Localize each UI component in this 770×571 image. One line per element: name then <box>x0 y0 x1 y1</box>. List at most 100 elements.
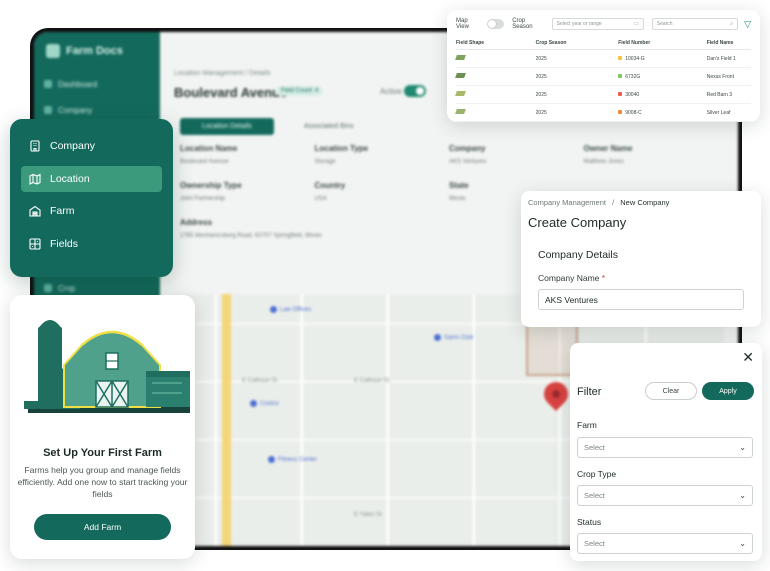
table-row[interactable]: 2025 9008-C Silver Leaf <box>455 103 751 122</box>
logo-mark-icon <box>46 44 60 58</box>
active-toggle[interactable] <box>404 85 426 97</box>
field-label: Company <box>449 144 486 153</box>
sidebar-item-company[interactable]: Company <box>44 102 150 118</box>
clear-button[interactable]: Clear <box>645 382 697 400</box>
tab-associated-bins[interactable]: Associated Bins <box>282 118 376 135</box>
filter-icon[interactable]: ▽ <box>744 19 751 30</box>
table-row[interactable]: 2025 10034-G Dan's Field 1 <box>455 49 751 68</box>
field-value: AKS Ventures <box>449 159 487 165</box>
barn-icon <box>29 205 41 217</box>
field-shape-icon <box>455 109 466 114</box>
empty-state-title: Set Up Your First Farm <box>43 447 162 459</box>
select-placeholder: Select <box>584 539 605 548</box>
field-name-cell: Nexus Front <box>706 67 751 86</box>
crop-season-cell: 2025 <box>535 103 619 122</box>
map-poi: Law Offices <box>270 306 311 313</box>
highway-road <box>222 294 231 546</box>
building-icon <box>29 140 41 152</box>
field-shape-icon <box>455 91 466 96</box>
status-filter-label: Status <box>577 517 602 527</box>
filter-panel: ✕ Filter Clear Apply Farm Select ⌄ Crop … <box>570 343 762 561</box>
tab-bar: Location Details Associated Bins <box>180 118 376 135</box>
farm-onboarding-card: Set Up Your First Farm Farms help you gr… <box>10 295 195 559</box>
column-header[interactable]: Field Shape <box>456 37 536 50</box>
map-view-toggle[interactable] <box>487 19 505 29</box>
nav-item-label: Farm <box>50 205 75 217</box>
breadcrumb: Location Management / Details <box>174 70 271 77</box>
column-header[interactable]: Crop Season <box>535 37 619 50</box>
status-select[interactable]: Select ⌄ <box>577 533 753 554</box>
map-view-label: Map View <box>456 18 469 30</box>
nav-item-location[interactable]: Location <box>21 165 162 192</box>
column-header[interactable]: Field Name <box>706 37 751 50</box>
field-label: Location Type <box>314 144 369 153</box>
brand-name: Farm Docs <box>66 45 123 57</box>
add-farm-button[interactable]: Add Farm <box>34 514 171 540</box>
field-value: Storage <box>314 159 336 165</box>
close-icon[interactable]: ✕ <box>742 349 754 366</box>
field-label: Country <box>314 181 346 190</box>
column-header[interactable]: Field Number <box>618 37 707 50</box>
section-title: Company Details <box>538 249 618 261</box>
nav-item-label: Fields <box>50 237 79 250</box>
barn-illustration-icon <box>24 320 190 413</box>
field-label: Ownership Type <box>180 181 242 190</box>
empty-state-description: Farms help you group and manage fields e… <box>17 465 188 499</box>
map-poi: Sams Club <box>434 334 473 341</box>
chevron-down-icon: ⌄ <box>739 539 746 548</box>
filter-title: Filter <box>577 386 602 398</box>
calendar-icon: ▭ <box>634 21 639 27</box>
field-number-cell: 10034-G <box>625 55 645 62</box>
fields-table: Field Shape Crop Season Field Number Fie… <box>455 37 751 122</box>
create-company-card: Company Management / New Company Create … <box>521 191 761 327</box>
sidebar-item-label: Crop <box>58 283 76 293</box>
field-name-cell: Red Barn 3 <box>706 85 751 104</box>
chevron-down-icon: ⌄ <box>739 443 746 452</box>
status-dot <box>618 92 623 97</box>
breadcrumb-parent[interactable]: Company Management <box>528 198 606 207</box>
crop-season-cell: 2025 <box>535 85 619 104</box>
field-label-text: Company Name <box>538 273 600 283</box>
field-number-cell: 30040 <box>625 91 640 98</box>
crop-type-select[interactable]: Select ⌄ <box>577 485 753 506</box>
navigation-card: Company Location Farm Fields <box>10 119 173 277</box>
page-title: Boulevard Avenue <box>174 85 288 100</box>
search-icon: ⌕ <box>730 21 734 27</box>
crop-season-cell: 2025 <box>535 67 619 86</box>
dashboard-icon <box>44 80 52 88</box>
breadcrumb: Company Management / New Company <box>528 198 754 207</box>
status-dot <box>618 110 623 115</box>
apply-button[interactable]: Apply <box>702 382 754 400</box>
table-row[interactable]: 2025 6732G Nexus Front <box>455 67 751 86</box>
farm-filter-label: Farm <box>577 420 597 430</box>
field-label: Location Name <box>180 144 238 153</box>
sidebar-item-dashboard[interactable]: Dashboard <box>44 76 150 92</box>
map-pin-icon[interactable] <box>539 377 573 411</box>
breadcrumb-current: New Company <box>620 198 670 207</box>
field-number-cell: 6732G <box>625 73 641 80</box>
nav-item-fields[interactable]: Fields <box>21 231 162 257</box>
app-logo: Farm Docs <box>46 44 123 58</box>
fields-icon <box>29 237 41 250</box>
search-input[interactable]: Search ⌕ <box>651 18 739 30</box>
field-shape-icon <box>455 73 466 78</box>
sidebar-item-crop[interactable]: Crop <box>44 280 150 296</box>
field-name-cell: Silver Leaf <box>706 103 751 122</box>
select-placeholder: Select <box>584 491 605 500</box>
field-name-cell: Dan's Field 1 <box>706 49 751 68</box>
fields-table-card: Map View Crop Season Select year or rang… <box>447 10 760 122</box>
field-value: USA <box>314 196 327 202</box>
crop-season-picker[interactable]: Select year or range ▭ <box>551 18 644 30</box>
chevron-down-icon: ⌄ <box>739 491 746 500</box>
crop-season-placeholder: Select year or range <box>556 21 602 27</box>
tab-location-details[interactable]: Location Details <box>180 118 274 135</box>
field-label: State <box>449 181 469 190</box>
farm-select[interactable]: Select ⌄ <box>577 437 753 458</box>
nav-item-company[interactable]: Company <box>21 133 162 159</box>
table-row[interactable]: 2025 30040 Red Barn 3 <box>455 85 751 104</box>
crop-season-cell: 2025 <box>535 49 619 68</box>
nav-item-farm[interactable]: Farm <box>21 198 162 224</box>
search-placeholder: Search <box>656 21 673 27</box>
crop-season-label: Crop Season <box>512 18 533 30</box>
company-name-input[interactable]: AKS Ventures <box>538 289 744 310</box>
